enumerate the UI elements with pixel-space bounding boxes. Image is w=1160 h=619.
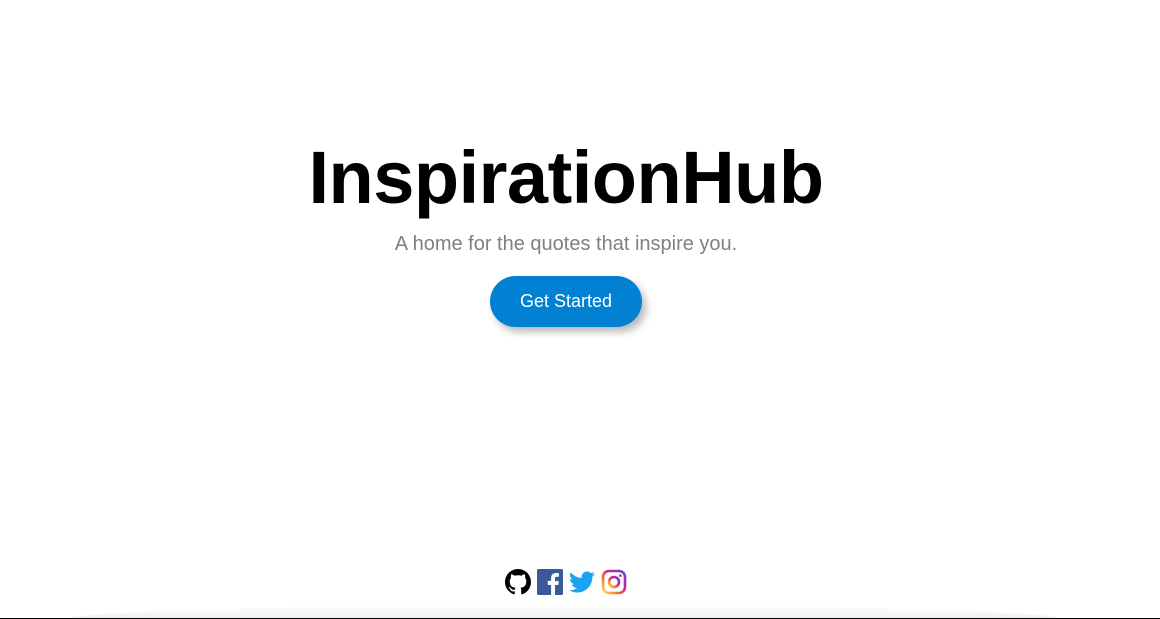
landing-page: InspirationHub A home for the quotes tha… — [0, 0, 1160, 619]
page-subtitle: A home for the quotes that inspire you. — [394, 233, 738, 255]
footer — [0, 568, 1160, 619]
cta-container: Get Started — [0, 276, 1146, 327]
github-icon[interactable] — [505, 569, 531, 595]
twitter-icon[interactable] — [569, 569, 595, 595]
instagram-icon[interactable] — [601, 569, 627, 595]
facebook-icon[interactable] — [537, 569, 563, 595]
footer-shadow — [70, 605, 1060, 619]
get-started-button[interactable]: Get Started — [490, 276, 642, 327]
social-links — [505, 569, 627, 595]
hero-section: InspirationHub A home for the quotes tha… — [0, 138, 1160, 327]
page-title: InspirationHub — [308, 136, 824, 219]
